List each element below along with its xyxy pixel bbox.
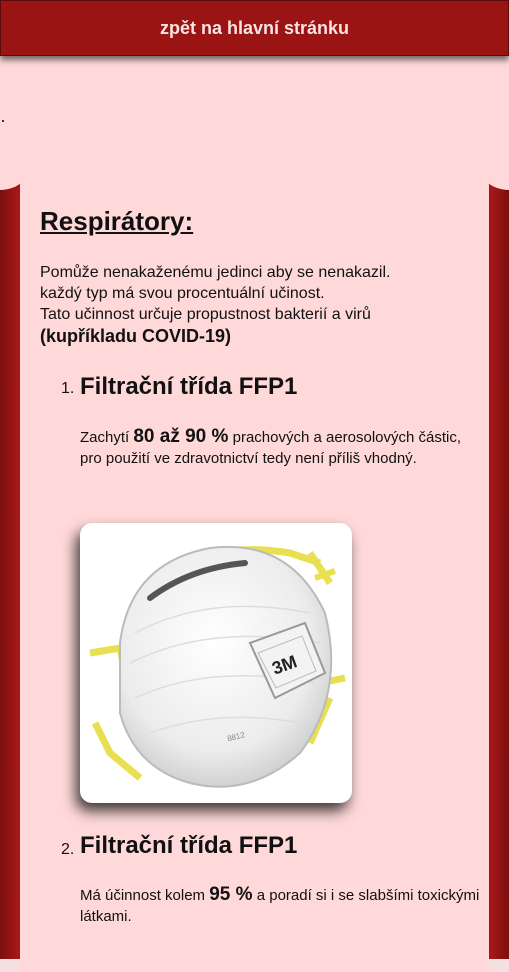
back-to-home-button[interactable]: zpět na hlavní stránku bbox=[0, 0, 509, 56]
intro-line: Pomůže nenakaženému jedinci aby se nenak… bbox=[40, 264, 391, 281]
list-item-title: Filtrační třída FFP1 bbox=[80, 832, 298, 859]
intro-paragraph: Pomůže nenakaženému jedinci aby se nenak… bbox=[40, 262, 470, 347]
back-to-home-label: zpět na hlavní stránku bbox=[159, 17, 350, 38]
respirator-image: 3M 8812 bbox=[80, 523, 352, 803]
respirator-illustration: 3M 8812 bbox=[89, 545, 346, 788]
list-item-number: 2. bbox=[61, 841, 75, 858]
intro-line: každý typ má svou procentuální učinost. bbox=[40, 285, 325, 302]
list-item-description: Zachytí 80 až 90 % prachových a aerosolo… bbox=[80, 426, 480, 469]
desc-text: Zachytí bbox=[80, 429, 134, 446]
desc-highlight: 95 % bbox=[209, 884, 253, 905]
list-item-title: Filtrační třída FFP1 bbox=[80, 373, 298, 400]
page-heading: Respirátory: bbox=[40, 206, 194, 236]
intro-line: Tato učinnost určuje propustnost bakteri… bbox=[40, 306, 371, 323]
desc-text: Má účinnost kolem bbox=[80, 887, 210, 904]
list-item-number: 1. bbox=[61, 380, 75, 397]
desc-highlight: 80 až 90 % bbox=[133, 426, 229, 447]
intro-bold-example: (kupříkladu COVID-19) bbox=[40, 326, 232, 346]
list-item-description: Má účinnost kolem 95 % a poradí si i se … bbox=[80, 884, 480, 927]
stray-dot bbox=[2, 120, 4, 122]
